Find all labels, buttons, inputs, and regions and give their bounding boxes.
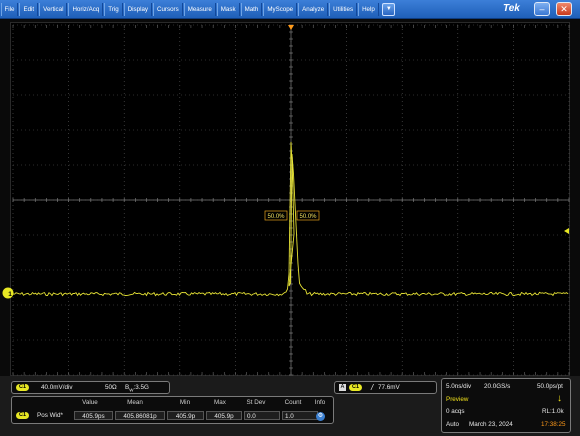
- header-stdev: St Dev: [246, 399, 266, 406]
- menu-item-vertical[interactable]: Vertical: [39, 2, 68, 16]
- menu-item-help[interactable]: Help: [358, 2, 379, 16]
- sample-rate: 20.0GS/s: [484, 383, 511, 390]
- measurement-max: 405.9p: [206, 411, 242, 420]
- graticule: 50.0% 50.0% 1: [2, 24, 570, 376]
- ref-level-left: 50.0%: [267, 214, 285, 220]
- measurement-count: 1.0: [282, 411, 318, 420]
- record-length: RL:1.0k: [542, 408, 564, 415]
- trigger-level: 77.6mV: [378, 384, 400, 391]
- stop-indicator-icon: ↓: [557, 393, 562, 404]
- info-icon[interactable]: ⚙: [316, 412, 325, 421]
- waveform-display[interactable]: 50.0% 50.0% 1: [2, 22, 570, 376]
- status-area: C1 40.0mV/div 50Ω BW:3.5G Value Mean Min…: [0, 376, 580, 436]
- menu-item-edit[interactable]: Edit: [19, 2, 39, 16]
- menu-item-analyze[interactable]: Analyze: [298, 2, 329, 16]
- waveform-trace: [12, 141, 569, 297]
- close-button[interactable]: ✕: [556, 2, 572, 16]
- menu-item-utilities[interactable]: Utilities: [329, 2, 358, 16]
- trigger-level-icon: [564, 228, 569, 234]
- brand-logo: Tek: [503, 3, 520, 14]
- header-max: Max: [214, 399, 226, 406]
- vertical-scale: 40.0mV/div: [41, 384, 73, 391]
- horizontal-readout[interactable]: 5.0ns/div 20.0GS/s 50.0ps/pt Preview ↓ 0…: [441, 378, 571, 433]
- input-impedance: 50Ω: [105, 384, 117, 391]
- menu-item-measure[interactable]: Measure: [183, 2, 216, 16]
- measurement-channel-badge: C1: [16, 412, 30, 419]
- measurement-min: 405.9p: [167, 411, 204, 420]
- menu-item-math[interactable]: Math: [240, 2, 263, 16]
- header-info: Info: [314, 399, 326, 406]
- acquisition-count: 0 acqs: [446, 408, 465, 415]
- trigger-mode: A: [339, 384, 346, 391]
- bandwidth-value: :3.5G: [133, 384, 149, 391]
- acquisition-mode: Preview: [446, 396, 469, 403]
- measurement-value: 405.9ps: [74, 411, 113, 420]
- measurement-panel[interactable]: Value Mean Min Max St Dev Count Info C1 …: [11, 396, 334, 424]
- menu-bar: File Edit Vertical Horiz/Acq Trig Display Curs…: [0, 0, 580, 19]
- menu-items: File Edit Vertical Horiz/Acq Trig Display Curs…: [0, 0, 379, 19]
- menu-item-display[interactable]: Display: [123, 2, 153, 16]
- channel-1-marker-label: 1: [8, 291, 12, 298]
- time: 17:38:25: [541, 421, 566, 428]
- menu-item-mask[interactable]: Mask: [216, 2, 240, 16]
- trigger-position-icon: [288, 25, 294, 30]
- resolution: 50.0ps/pt: [537, 383, 563, 390]
- header-min: Min: [179, 399, 191, 406]
- menu-item-trig[interactable]: Trig: [104, 2, 123, 16]
- minimize-button[interactable]: –: [534, 2, 550, 16]
- trigger-slope-icon: /: [371, 383, 374, 392]
- dropdown-arrow-icon[interactable]: ▼: [382, 2, 396, 16]
- measurement-stdev: 0.0: [244, 411, 280, 420]
- bandwidth-readout: BW:3.5G: [125, 384, 149, 392]
- measurement-mean: 405.86081p: [115, 411, 165, 420]
- header-value: Value: [82, 399, 98, 406]
- header-count: Count: [284, 399, 302, 406]
- ref-level-right: 50.0%: [299, 214, 317, 220]
- menu-item-file[interactable]: File: [0, 2, 19, 16]
- menu-item-horiz-acq[interactable]: Horiz/Acq: [68, 2, 104, 16]
- trigger-channel-badge: C1: [349, 384, 363, 391]
- header-mean: Mean: [127, 399, 143, 406]
- date: March 23, 2024: [469, 421, 513, 428]
- channel-badge: C1: [16, 384, 30, 391]
- measurement-name[interactable]: Pos Wid*: [37, 411, 77, 420]
- menu-item-myscope[interactable]: MyScope: [263, 2, 298, 16]
- run-mode: Auto: [446, 421, 459, 428]
- menu-item-cursors[interactable]: Cursors: [153, 2, 183, 16]
- horizontal-scale: 5.0ns/div: [446, 383, 472, 390]
- channel-readout[interactable]: C1 40.0mV/div 50Ω BW:3.5G: [11, 381, 170, 394]
- trigger-readout[interactable]: A C1 / 77.6mV: [334, 381, 437, 394]
